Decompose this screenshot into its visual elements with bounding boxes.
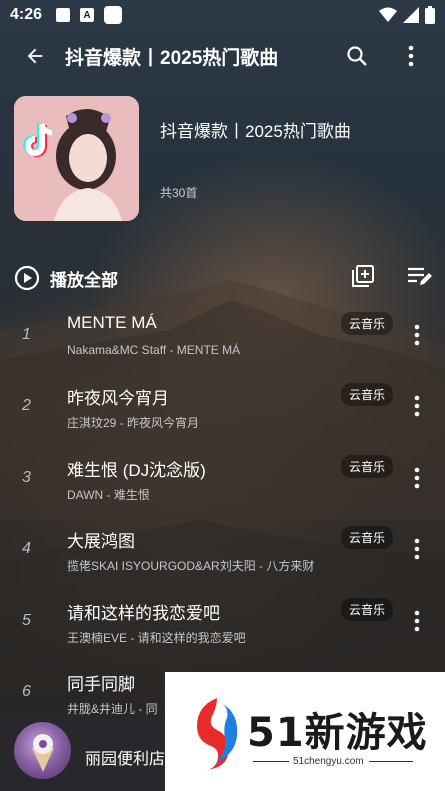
song-title: 大展鸿图 — [67, 532, 135, 552]
more-vertical-icon — [414, 467, 420, 489]
overflow-menu-button[interactable] — [389, 34, 433, 78]
more-vertical-icon — [414, 396, 420, 417]
arrow-left-icon — [27, 48, 43, 64]
song-title: 同手同脚 — [67, 674, 135, 694]
ad-url-text: 51chengyu.com — [293, 756, 364, 767]
song-row[interactable]: 3 难生恨 (DJ沈念版) DAWN - 难生恨 云音乐 — [0, 443, 445, 514]
song-title: 昨夜风今宵月 — [67, 389, 169, 409]
song-artist-album: 揽佬SKAI ISYOURGOD&AR刘夫阳 - 八方来财 — [67, 559, 315, 574]
tiktok-logo-icon — [23, 123, 53, 157]
notification-icon — [56, 8, 71, 22]
song-artist-album: 王澳楠EVE - 请和这样的我恋爱吧 — [67, 630, 246, 645]
play-circle-icon — [14, 265, 40, 291]
multi-select-button[interactable] — [406, 264, 434, 293]
search-button[interactable] — [335, 34, 379, 78]
song-row[interactable]: 4 大展鸿图 揽佬SKAI ISYOURGOD&AR刘夫阳 - 八方来财 云音乐 — [0, 514, 445, 585]
play-all-row: 播放全部 — [14, 262, 434, 294]
song-title: 难生恨 (DJ沈念版) — [67, 460, 206, 480]
song-row[interactable]: 5 请和这样的我恋爱吧 王澳楠EVE - 请和这样的我恋爱吧 云音乐 — [0, 586, 445, 657]
wifi-icon — [379, 7, 397, 22]
more-vertical-icon — [408, 45, 414, 67]
song-index: 4 — [22, 540, 31, 558]
notification-icon — [104, 6, 123, 24]
song-more-button[interactable] — [405, 322, 429, 348]
song-source-badge: 云音乐 — [340, 597, 393, 621]
ad-overlay[interactable]: 51新游戏 51chengyu.com — [165, 672, 445, 791]
song-source-badge: 云音乐 — [340, 383, 393, 407]
song-artist-album: Nakama&MC Staff - MENTE MÁ — [67, 343, 241, 357]
playlist-song-count: 共30首 — [160, 186, 198, 200]
song-index: 2 — [22, 397, 31, 415]
song-source-badge: 云音乐 — [340, 526, 393, 550]
app-notification-icon: A — [80, 8, 95, 22]
search-icon — [347, 46, 367, 66]
song-row[interactable]: 2 昨夜风今宵月 庄淇玟29 - 昨夜风今宵月 云音乐 — [0, 371, 445, 442]
song-more-button[interactable] — [405, 608, 429, 634]
song-index: 5 — [22, 611, 31, 629]
song-artist-album: 井胧&井迪儿 - 同 — [67, 701, 158, 716]
more-vertical-icon — [414, 610, 420, 631]
mini-player-cover[interactable] — [14, 722, 71, 779]
ad-divider-left — [253, 761, 289, 762]
mini-player-title: 丽园便利店 — [85, 751, 166, 768]
ad-divider-right — [369, 761, 413, 762]
top-app-bar: 抖音爆款丨2025热门歌曲 — [0, 30, 445, 82]
song-index: 3 — [22, 468, 31, 486]
status-time: 4:26 — [10, 6, 43, 23]
library-add-icon — [352, 264, 374, 287]
add-to-playlist-button[interactable] — [350, 263, 376, 294]
back-button[interactable] — [13, 34, 57, 78]
song-artist-album: DAWN - 难生恨 — [67, 487, 150, 502]
cellular-signal-icon — [403, 7, 419, 23]
status-bar: 4:26 A — [0, 0, 445, 30]
song-more-button[interactable] — [405, 393, 429, 419]
song-more-button[interactable] — [405, 465, 429, 491]
more-vertical-icon — [414, 538, 420, 560]
song-list: 1 MENTE MÁ Nakama&MC Staff - MENTE MÁ 云音… — [0, 300, 445, 728]
song-title: MENTE MÁ — [67, 313, 157, 332]
play-all-button[interactable]: 播放全部 — [14, 265, 118, 291]
song-title: 请和这样的我恋爱吧 — [67, 603, 220, 623]
song-artist-album: 庄淇玟29 - 昨夜风今宵月 — [67, 416, 200, 431]
song-row[interactable]: 1 MENTE MÁ Nakama&MC Staff - MENTE MÁ 云音… — [0, 300, 445, 371]
playlist-name: 抖音爆款丨2025热门歌曲 — [160, 122, 351, 141]
battery-icon — [425, 6, 435, 24]
play-all-label: 播放全部 — [50, 270, 118, 290]
more-vertical-icon — [414, 324, 420, 346]
song-index: 1 — [22, 326, 31, 343]
song-more-button[interactable] — [405, 536, 429, 562]
playlist-edit-icon — [408, 267, 432, 285]
ad-brand-text: 51新游戏 — [247, 710, 428, 756]
song-index: 6 — [22, 682, 31, 700]
ad-logo-icon — [197, 698, 238, 770]
song-source-badge: 云音乐 — [340, 454, 393, 478]
playlist-cover[interactable] — [14, 96, 139, 221]
page-title: 抖音爆款丨2025热门歌曲 — [65, 47, 279, 69]
song-source-badge: 云音乐 — [340, 312, 393, 335]
mini-cover-artwork — [32, 734, 54, 772]
